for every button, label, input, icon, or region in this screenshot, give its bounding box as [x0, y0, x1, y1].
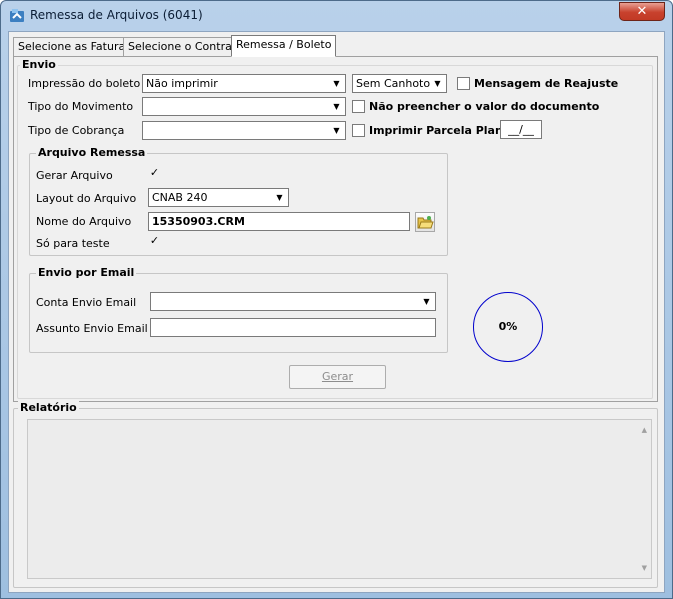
- folder-open-icon: [417, 216, 434, 229]
- tipo-movimento-label: Tipo do Movimento: [28, 100, 134, 113]
- impressao-combo[interactable]: Não imprimir ▼: [142, 74, 346, 93]
- gerar-button[interactable]: Gerar: [289, 365, 386, 389]
- impressao-label: Impressão do boleto: [28, 77, 141, 90]
- layout-arquivo-value: CNAB 240: [152, 191, 208, 204]
- envio-email-group: Envio por Email: [29, 266, 448, 353]
- tab-remessa-boleto[interactable]: Remessa / Boleto: [231, 35, 337, 57]
- parcela-input[interactable]: __/__: [500, 120, 542, 139]
- chevron-down-icon[interactable]: ▼: [430, 76, 445, 91]
- assunto-envio-label: Assunto Envio Email: [36, 322, 148, 335]
- tipo-movimento-combo[interactable]: ▼: [142, 97, 346, 116]
- scroll-up-icon[interactable]: ▲: [642, 426, 647, 434]
- tipo-cobranca-combo[interactable]: ▼: [142, 121, 346, 140]
- nome-arquivo-label: Nome do Arquivo: [36, 215, 132, 228]
- layout-arquivo-label: Layout do Arquivo: [36, 192, 137, 205]
- canhoto-value: Sem Canhoto: [356, 77, 431, 90]
- folder-open-button[interactable]: [415, 212, 435, 232]
- imprimir-parcela-label: Imprimir Parcela Plano: [369, 124, 511, 137]
- chevron-down-icon[interactable]: ▼: [272, 190, 287, 205]
- nome-arquivo-input[interactable]: 15350903.CRM: [148, 212, 410, 231]
- title-bar[interactable]: Remessa de Arquivos (6041) ✕: [1, 1, 672, 29]
- app-window: Remessa de Arquivos (6041) ✕ Selecione a…: [0, 0, 673, 599]
- client-area: Selecione as Faturas Selecione o Contrat…: [8, 31, 665, 593]
- imprimir-parcela-checkbox[interactable]: [352, 124, 365, 137]
- remessa-panel: Envio Impressão do boleto Não imprimir ▼…: [13, 56, 658, 402]
- envio-email-title: Envio por Email: [36, 266, 137, 279]
- so-teste-label: Só para teste: [36, 237, 110, 250]
- so-teste-checkbox[interactable]: ✓: [148, 235, 161, 248]
- nao-preencher-checkbox[interactable]: [352, 100, 365, 113]
- close-button[interactable]: ✕: [619, 2, 665, 21]
- layout-arquivo-combo[interactable]: CNAB 240 ▼: [148, 188, 289, 207]
- tab-selecione-contrato[interactable]: Selecione o Contrato: [123, 37, 248, 57]
- relatorio-textarea[interactable]: ▲ ▼: [27, 419, 652, 579]
- chevron-down-icon[interactable]: ▼: [329, 76, 344, 91]
- envio-title: Envio: [20, 58, 58, 71]
- scroll-down-icon[interactable]: ▼: [642, 564, 647, 572]
- conta-envio-combo[interactable]: ▼: [150, 292, 436, 311]
- app-icon: [10, 9, 24, 22]
- tab-selecione-faturas[interactable]: Selecione as Faturas: [13, 37, 136, 57]
- relatorio-title: Relatório: [18, 401, 79, 414]
- conta-envio-label: Conta Envio Email: [36, 296, 137, 309]
- chevron-down-icon[interactable]: ▼: [329, 99, 344, 114]
- progress-indicator: 0%: [473, 292, 543, 362]
- gerar-arquivo-label: Gerar Arquivo: [36, 169, 113, 182]
- tipo-cobranca-label: Tipo de Cobrança: [28, 124, 125, 137]
- impressao-value: Não imprimir: [146, 77, 218, 90]
- chevron-down-icon[interactable]: ▼: [419, 294, 434, 309]
- gerar-arquivo-checkbox[interactable]: ✓: [148, 167, 161, 180]
- chevron-down-icon[interactable]: ▼: [329, 123, 344, 138]
- canhoto-combo[interactable]: Sem Canhoto ▼: [352, 74, 447, 93]
- window-title: Remessa de Arquivos (6041): [30, 8, 203, 22]
- assunto-envio-input[interactable]: [150, 318, 436, 337]
- arquivo-remessa-title: Arquivo Remessa: [36, 146, 148, 159]
- mensagem-reajuste-label: Mensagem de Reajuste: [474, 77, 619, 90]
- mensagem-reajuste-checkbox[interactable]: [457, 77, 470, 90]
- nao-preencher-label: Não preencher o valor do documento: [369, 100, 600, 113]
